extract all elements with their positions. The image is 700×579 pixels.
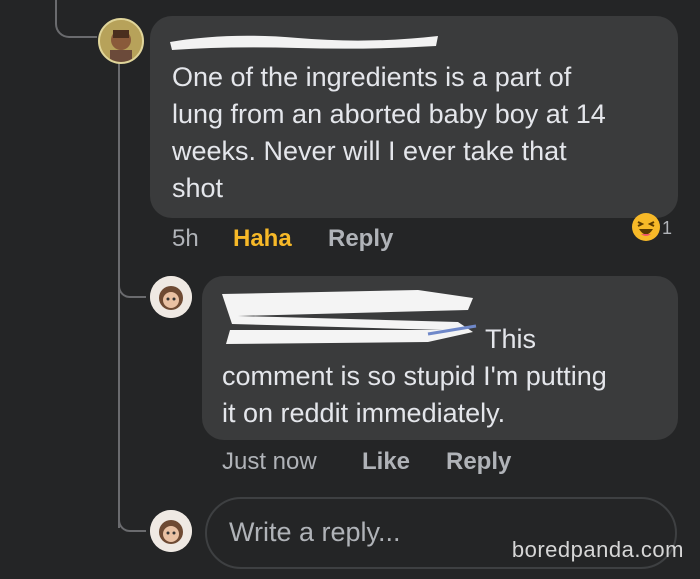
avatar-reply[interactable]	[150, 276, 192, 318]
reply-button-1[interactable]: Reply	[328, 225, 393, 253]
profile-photo-icon	[150, 276, 192, 318]
haha-emoji-icon[interactable]	[631, 212, 661, 242]
reply-input-placeholder: Write a reply...	[229, 517, 401, 547]
redacted-author-name	[168, 30, 443, 54]
profile-photo-icon	[150, 510, 192, 552]
profile-photo-icon	[100, 20, 142, 62]
avatar-composer	[150, 510, 192, 552]
comment-text-2: This comment is so stupid I'm putting it…	[222, 324, 607, 428]
thread-line-branch-2	[118, 496, 146, 532]
comment-time-1: 5h	[172, 225, 199, 252]
like-button[interactable]: Like	[362, 448, 410, 476]
watermark: boredpanda.com	[511, 537, 684, 562]
reply-button-2[interactable]: Reply	[446, 448, 511, 476]
haha-reaction-button[interactable]: Haha	[233, 225, 292, 253]
reaction-count: 1	[662, 218, 673, 238]
thread-line-branch-1	[118, 262, 146, 298]
avatar[interactable]	[98, 18, 144, 64]
comment-text-1: One of the ingredients is a part of lung…	[172, 62, 606, 203]
thread-line-top	[55, 0, 97, 38]
comment-time-2: Just now	[222, 448, 317, 475]
